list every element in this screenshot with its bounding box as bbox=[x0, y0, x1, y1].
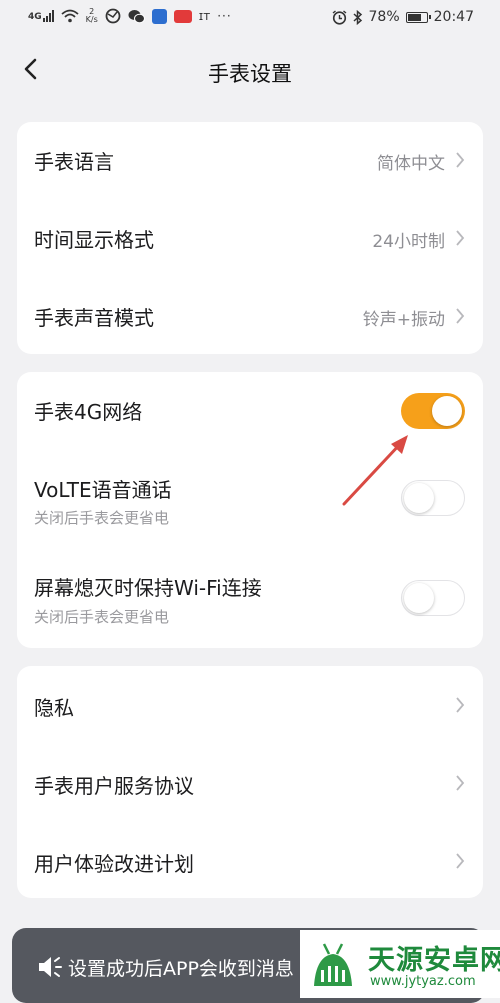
toggle-wifi-keep[interactable] bbox=[401, 580, 465, 616]
app-icon bbox=[151, 8, 167, 24]
chevron-right-icon bbox=[456, 697, 465, 713]
chevron-right-icon bbox=[456, 853, 465, 869]
setting-description: 关闭后手表会更省电 bbox=[34, 509, 170, 527]
setting-row-wifi-keep: 屏幕熄灭时保持Wi-Fi连接 关闭后手表会更省电 bbox=[17, 560, 483, 648]
header: 手表设置 bbox=[0, 36, 500, 106]
bluetooth-icon bbox=[353, 9, 362, 25]
page-title: 手表设置 bbox=[208, 62, 292, 86]
browser-icon bbox=[105, 8, 121, 24]
setting-value: 24小时制 bbox=[372, 232, 445, 252]
network-type: 4G bbox=[28, 12, 42, 22]
chevron-right-icon bbox=[456, 775, 465, 791]
settings-card-general: 手表语言 简体中文 时间显示格式 24小时制 手表声音模式 铃声+振动 bbox=[17, 122, 483, 354]
setting-label: VoLTE语音通话 bbox=[34, 478, 172, 502]
setting-row-watch-language[interactable]: 手表语言 简体中文 bbox=[17, 122, 483, 200]
setting-row-sound-mode[interactable]: 手表声音模式 铃声+振动 bbox=[17, 278, 483, 354]
chevron-right-icon bbox=[456, 230, 465, 246]
setting-label: 屏幕熄灭时保持Wi-Fi连接 bbox=[34, 576, 262, 600]
annotation-arrow-icon bbox=[342, 435, 408, 506]
settings-card-about: 隐私 手表用户服务协议 用户体验改进计划 bbox=[17, 666, 483, 898]
setting-row-user-agreement[interactable]: 手表用户服务协议 bbox=[17, 744, 483, 822]
toggle-knob bbox=[404, 582, 434, 613]
status-right: 78% 20:47 bbox=[332, 9, 474, 25]
setting-label: 隐私 bbox=[34, 696, 74, 720]
status-bar: 4G 2 K/s ɪᴛ ··· 78% 20:47 bbox=[0, 0, 500, 36]
watermark-name: 天源安卓网 bbox=[368, 945, 500, 976]
setting-row-time-format[interactable]: 时间显示格式 24小时制 bbox=[17, 200, 483, 278]
status-left: 4G 2 K/s ɪᴛ ··· bbox=[28, 8, 232, 24]
setting-label: 手表语言 bbox=[34, 150, 114, 174]
alarm-icon bbox=[332, 9, 346, 25]
setting-description: 关闭后手表会更省电 bbox=[34, 608, 170, 626]
battery-icon bbox=[405, 11, 431, 23]
wechat-icon bbox=[128, 9, 145, 23]
android-logo-icon bbox=[304, 936, 362, 990]
setting-value: 简体中文 bbox=[377, 154, 445, 174]
chevron-right-icon bbox=[456, 152, 465, 168]
clock: 20:47 bbox=[433, 9, 474, 25]
watermark: 天源安卓网 www.jytyaz.com bbox=[300, 930, 500, 998]
speed-unit: K/s bbox=[85, 15, 98, 24]
watermark-url: www.jytyaz.com bbox=[370, 974, 476, 989]
setting-label: 时间显示格式 bbox=[34, 228, 154, 252]
setting-label: 手表用户服务协议 bbox=[34, 774, 194, 798]
setting-value: 铃声+振动 bbox=[362, 310, 445, 330]
chevron-right-icon bbox=[456, 308, 465, 324]
wifi-icon bbox=[61, 9, 79, 23]
battery-percent: 78% bbox=[368, 9, 400, 25]
news-app-icon bbox=[173, 9, 192, 23]
signal-icon: 4G bbox=[28, 10, 54, 22]
toutiao-icon: ɪᴛ bbox=[198, 9, 211, 23]
setting-label: 手表4G网络 bbox=[34, 400, 143, 424]
setting-row-experience-program[interactable]: 用户体验改进计划 bbox=[17, 822, 483, 898]
setting-row-privacy[interactable]: 隐私 bbox=[17, 666, 483, 744]
toggle-4g-network[interactable] bbox=[401, 393, 465, 429]
network-speed: 2 K/s bbox=[86, 8, 98, 24]
toggle-knob bbox=[432, 396, 462, 426]
setting-label: 用户体验改进计划 bbox=[34, 852, 194, 876]
speaker-icon bbox=[39, 957, 62, 977]
toast-text: 设置成功后APP会收到消息 bbox=[68, 958, 294, 980]
more-icon: ··· bbox=[217, 9, 232, 23]
setting-label: 手表声音模式 bbox=[34, 306, 154, 330]
